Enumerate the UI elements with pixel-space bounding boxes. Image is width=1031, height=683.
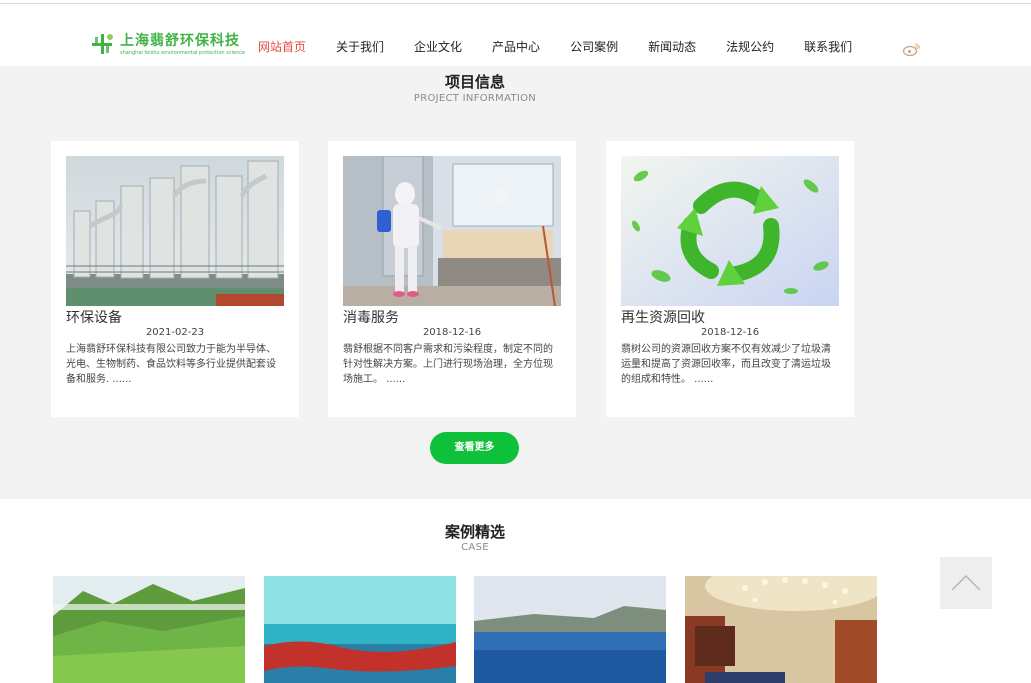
project-card[interactable]: 环保设备 2021-02-23 上海翡舒环保科技有限公司致力于能为半导体、光电、… <box>51 141 299 417</box>
view-more-button[interactable]: 查看更多 <box>430 432 519 464</box>
case-title: 案例精选 <box>444 523 505 541</box>
case-image-hall[interactable] <box>685 576 877 683</box>
site-logo[interactable]: 上海翡舒环保科技 shanghai feishu environmental p… <box>90 32 245 62</box>
project-section: 项目信息 PROJECT INFORMATION 环保设备 2021-02-23… <box>0 66 1031 499</box>
nav-item-news[interactable]: 新闻动态 <box>648 38 696 58</box>
card-description: 翡舒根据不同客户需求和污染程度，制定不同的针对性解决方案。上门进行现场治理，全方… <box>343 344 553 385</box>
project-card[interactable]: 消毒服务 2018-12-16 翡舒根据不同客户需求和污染程度，制定不同的针对性… <box>328 141 576 417</box>
case-section: 案例精选 CASE <box>0 499 1031 683</box>
nav-item-about[interactable]: 关于我们 <box>336 38 384 58</box>
card-title[interactable]: 消毒服务 <box>343 307 399 327</box>
case-image-lake[interactable] <box>474 576 666 683</box>
case-image-mountains[interactable] <box>53 576 245 683</box>
nav-item-contact[interactable]: 联系我们 <box>804 38 852 58</box>
case-image-sea-red[interactable] <box>264 576 456 683</box>
card-description: 上海翡舒环保科技有限公司致力于能为半导体、光电、生物制药、食品饮料等多行业提供配… <box>66 344 276 385</box>
equipment-image[interactable] <box>66 156 284 306</box>
recycle-image[interactable] <box>621 156 839 306</box>
disinfection-image[interactable] <box>343 156 561 306</box>
card-title[interactable]: 再生资源回收 <box>621 307 705 327</box>
chevron-up-icon <box>951 574 981 591</box>
logo-subtitle: shanghai feishu environmental protection… <box>120 50 245 56</box>
case-subtitle: CASE <box>461 542 489 553</box>
project-subtitle: PROJECT INFORMATION <box>413 93 537 104</box>
card-date: 2021-02-23 <box>145 327 205 338</box>
weibo-icon[interactable] <box>902 41 921 57</box>
nav-item-regulations[interactable]: 法规公约 <box>726 38 774 58</box>
card-title[interactable]: 环保设备 <box>66 307 122 327</box>
card-description: 翡树公司的资源回收方案不仅有效减少了垃圾清运量和提高了资源回收率，而且改变了清运… <box>621 344 831 385</box>
back-to-top-button[interactable] <box>940 557 992 609</box>
logo-title: 上海翡舒环保科技 <box>120 33 240 49</box>
nav-item-cases[interactable]: 公司案例 <box>570 38 618 58</box>
nav-item-culture[interactable]: 企业文化 <box>414 38 462 58</box>
project-title: 项目信息 <box>444 73 505 91</box>
nav-item-products[interactable]: 产品中心 <box>492 38 540 58</box>
project-card[interactable]: 再生资源回收 2018-12-16 翡树公司的资源回收方案不仅有效减少了垃圾清运… <box>606 141 854 417</box>
main-nav: 网站首页 关于我们 企业文化 产品中心 公司案例 新闻动态 法规公约 联系我们 <box>258 38 882 58</box>
logo-leaf-icon <box>90 32 116 56</box>
card-date: 2018-12-16 <box>700 327 760 338</box>
nav-item-home[interactable]: 网站首页 <box>258 38 306 58</box>
card-date: 2018-12-16 <box>422 327 482 338</box>
site-header: 上海翡舒环保科技 shanghai feishu environmental p… <box>0 4 1031 66</box>
